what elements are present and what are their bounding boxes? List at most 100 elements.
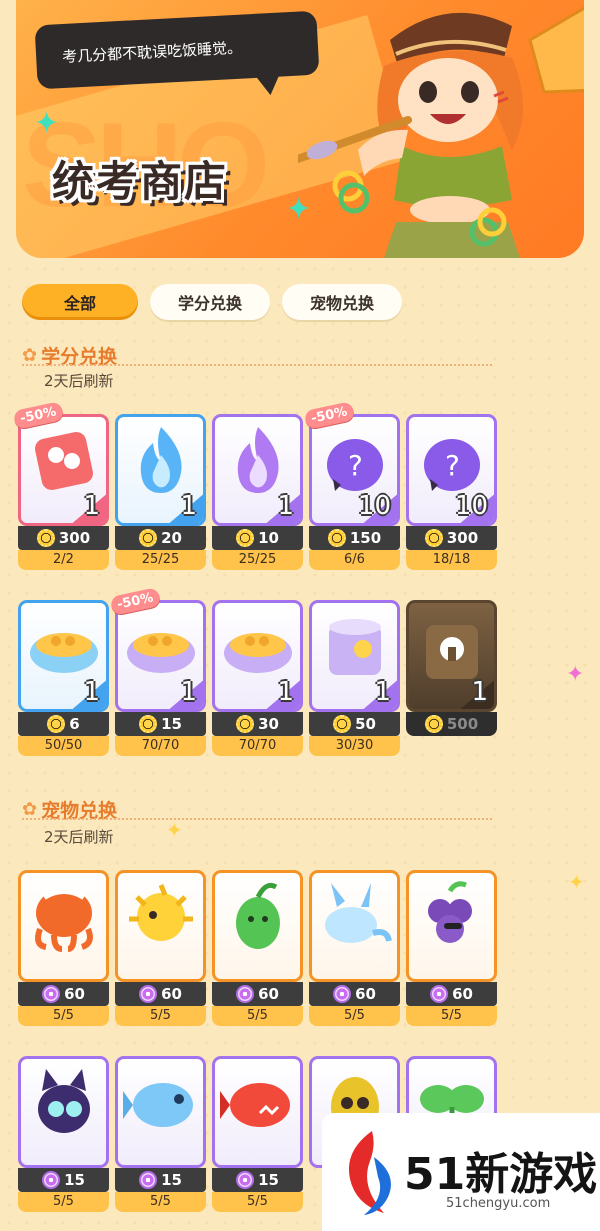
item-price: 50 (355, 715, 376, 733)
item-frame (309, 870, 400, 982)
purple-flame-item[interactable]: 1 10 25/25 (212, 414, 303, 570)
tab-credit-exchange[interactable]: 学分兑换 (150, 284, 270, 320)
mystery-egg-item-2-icon: ? (424, 439, 480, 491)
pet-can-item[interactable]: 1 50 30/30 (309, 600, 400, 756)
price-bar: 30 (212, 712, 303, 736)
speech-bubble: 考几分都不耽误吃饭睡觉。 (34, 10, 320, 90)
price-bar: 500 (406, 712, 497, 736)
axolotl-pet[interactable]: 60 5/5 (309, 870, 400, 1026)
credit-coin-icon (424, 715, 443, 733)
mystery-egg-item-2[interactable]: ? 10 300 18/18 (406, 414, 497, 570)
red-fish-pet[interactable]: 15 5/5 (212, 1056, 303, 1212)
price-bar: 60 (18, 982, 109, 1006)
item-frame (18, 1056, 109, 1168)
black-cat-pet-icon (38, 1069, 90, 1133)
item-stock: 70/70 (115, 736, 206, 756)
blue-flame-item[interactable]: 1 20 25/25 (115, 414, 206, 570)
category-tabs: 全部 学分兑换 宠物兑换 (22, 284, 402, 320)
item-price: 10 (258, 529, 279, 547)
item-stock: 5/5 (115, 1006, 206, 1026)
pet-token-icon (333, 985, 352, 1003)
pufferfish-pet-icon (129, 884, 193, 941)
food-bowl-blue-item[interactable]: 1 6 50/50 (18, 600, 109, 756)
item-frame: 1 (18, 600, 109, 712)
item-frame: 1 (18, 414, 109, 526)
pet-token-icon (139, 1171, 158, 1189)
item-quantity: 1 (180, 677, 197, 707)
item-stock: 5/5 (212, 1192, 303, 1212)
red-dice-item[interactable]: 1 300 2/2 -50% (12, 401, 109, 570)
tab-all[interactable]: 全部 (22, 284, 138, 320)
flower-icon: ✿ (22, 345, 38, 366)
item-stock: 18/18 (406, 550, 497, 570)
item-quantity: 1 (277, 677, 294, 707)
shop-title: 统考商店 (52, 157, 229, 206)
item-quantity: 1 (471, 677, 488, 707)
sparkle-icon: ✦ (568, 870, 585, 894)
food-bowl-purple-item[interactable]: 1 15 70/70 -50% (109, 587, 206, 756)
red-fish-pet-icon (220, 1083, 290, 1127)
flower-icon: ✿ (22, 799, 38, 820)
sparkle-icon: ✦ (166, 818, 183, 842)
grape-pet[interactable]: 60 5/5 (406, 870, 497, 1026)
item-stock: 70/70 (212, 736, 303, 756)
credit-coin-icon (139, 529, 158, 547)
item-frame: 1 (309, 600, 400, 712)
item-quantity: 1 (83, 677, 100, 707)
item-price: 300 (58, 529, 91, 547)
price-bar: 300 (406, 526, 497, 550)
credit-coin-icon (139, 715, 158, 733)
pea-pet[interactable]: 60 5/5 (212, 870, 303, 1026)
item-frame: 1 (115, 600, 206, 712)
item-frame: ? 10 (406, 414, 497, 526)
price-bar: 6 (18, 712, 109, 736)
item-stock: 5/5 (309, 1006, 400, 1026)
price-bar: 20 (115, 526, 206, 550)
item-quantity: 1 (277, 491, 294, 521)
item-price: 60 (452, 985, 473, 1003)
pet-token-icon (236, 985, 255, 1003)
svg-text:?: ? (445, 449, 460, 482)
item-price: 500 (446, 715, 479, 733)
black-cat-pet[interactable]: 15 5/5 (18, 1056, 109, 1212)
item-stock: 5/5 (18, 1006, 109, 1026)
blue-flame-item-icon (140, 427, 182, 493)
octopus-pet-icon (35, 888, 93, 952)
item-stock: 25/25 (212, 550, 303, 570)
price-bar: 15 (18, 1168, 109, 1192)
mystery-egg-item-icon: ? (327, 439, 383, 491)
item-quantity: 10 (454, 491, 488, 521)
credit-coin-icon (333, 715, 352, 733)
mystery-egg-item[interactable]: ? 10 150 6/6 -50% (303, 401, 400, 570)
item-frame: ? 10 (309, 414, 400, 526)
watermark-logo-icon (348, 1131, 391, 1215)
credit-coin-icon (236, 715, 255, 733)
pet-token-icon (42, 1171, 61, 1189)
tab-pet-exchange[interactable]: 宠物兑换 (282, 284, 402, 320)
octopus-pet[interactable]: 60 5/5 (18, 870, 109, 1026)
section-divider (22, 818, 492, 820)
pea-pet-icon (236, 882, 280, 949)
pufferfish-pet[interactable]: 60 5/5 (115, 870, 206, 1026)
food-bowl-purple-item-2[interactable]: 1 30 70/70 (212, 600, 303, 756)
blue-fish-pet[interactable]: 15 5/5 (115, 1056, 206, 1212)
item-quantity: 1 (83, 491, 100, 521)
price-bar: 60 (212, 982, 303, 1006)
item-stock: 50/50 (18, 736, 109, 756)
item-price: 300 (446, 529, 479, 547)
price-bar: 15 (115, 712, 206, 736)
item-frame (212, 870, 303, 982)
credit-refresh-text: 2天后刷新 (44, 372, 114, 390)
item-quantity: 10 (357, 491, 391, 521)
sparkle-icon: ✦ (566, 662, 585, 687)
item-price: 15 (161, 715, 182, 733)
item-frame (115, 1056, 206, 1168)
item-stock: 5/5 (18, 1192, 109, 1212)
watermark-brand: 51新游戏 (404, 1149, 598, 1200)
locked-can-item[interactable]: 1 500 (406, 600, 497, 752)
watermark-url: 51chengyu.com (446, 1196, 551, 1211)
item-stock: 25/25 (115, 550, 206, 570)
blue-fish-pet-icon (123, 1083, 193, 1127)
credit-coin-icon (236, 529, 255, 547)
price-bar: 15 (115, 1168, 206, 1192)
